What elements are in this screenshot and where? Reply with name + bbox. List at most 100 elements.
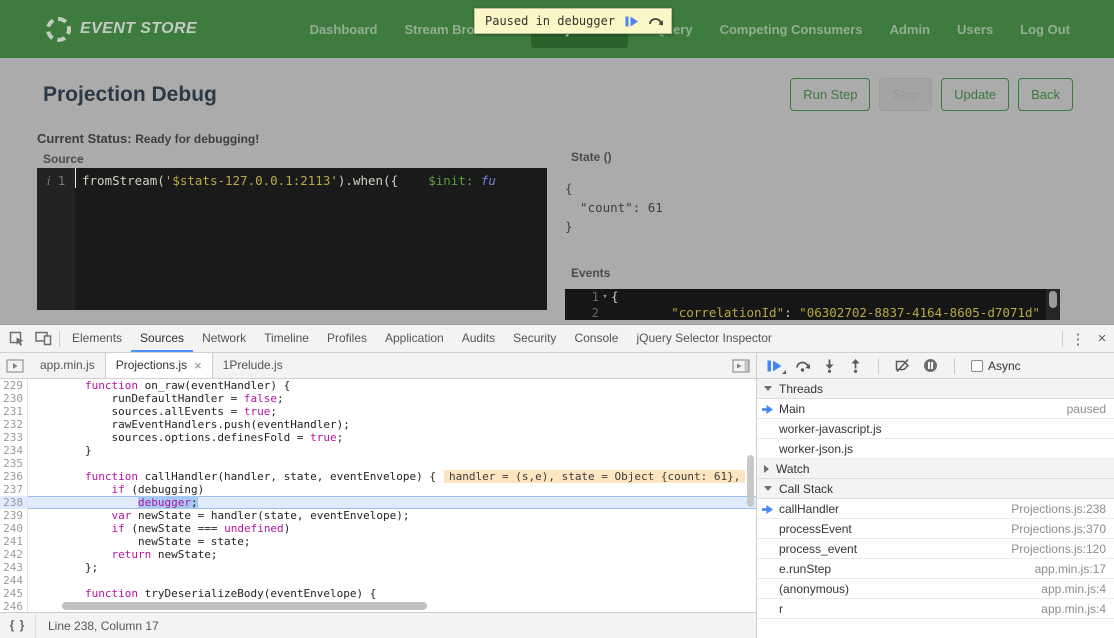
line-number[interactable]: 229 [0, 379, 28, 392]
line-number[interactable]: 232 [0, 418, 28, 431]
call-stack-frame-process-event[interactable]: process_eventProjections.js:120 [757, 539, 1114, 559]
inspect-element-icon[interactable] [4, 325, 30, 352]
current-status: Current Status: Ready for debugging! [37, 131, 259, 146]
update-button[interactable]: Update [941, 78, 1009, 111]
call-stack-section-header[interactable]: Call Stack [757, 479, 1114, 499]
file-tab-app-min-js[interactable]: app.min.js [30, 353, 105, 378]
line-number[interactable]: 230 [0, 392, 28, 405]
code-line-text: }; [28, 561, 756, 574]
async-toggle[interactable]: Async [971, 359, 1021, 373]
step-into-button[interactable] [823, 359, 836, 373]
close-file-tab-icon[interactable]: × [194, 353, 202, 378]
divider [1062, 331, 1063, 347]
thread-row-worker-json-js[interactable]: worker-json.js [757, 439, 1114, 459]
call-stack-frame-processevent[interactable]: processEventProjections.js:370 [757, 519, 1114, 539]
code-token: : [784, 305, 799, 320]
file-tab-projections-js[interactable]: Projections.js × [105, 353, 213, 378]
async-checkbox[interactable] [971, 360, 983, 372]
tab-profiles[interactable]: Profiles [318, 325, 376, 352]
code-line-text: function on_raw(eventHandler) { [28, 379, 756, 392]
frame-location: Projections.js:120 [1011, 542, 1114, 556]
tab-elements[interactable]: Elements [63, 325, 131, 352]
source-code-view[interactable]: 229 function on_raw(eventHandler) {230 r… [0, 379, 756, 612]
threads-section-header[interactable]: Threads [757, 379, 1114, 399]
frame-function: processEvent [779, 522, 852, 536]
tab-timeline[interactable]: Timeline [255, 325, 318, 352]
eventstore-page: EVENT STORE DashboardStream BrowserProje… [0, 0, 1114, 324]
devtools-close-icon[interactable]: × [1090, 330, 1114, 347]
run-step-button[interactable]: Run Step [790, 78, 870, 111]
stop-button[interactable]: Stop [879, 78, 932, 111]
resume-button[interactable] [767, 360, 782, 372]
events-scrollbar[interactable] [1046, 289, 1060, 320]
file-tab-1prelude-js[interactable]: 1Prelude.js [213, 353, 293, 378]
thread-row-worker-javascript-js[interactable]: worker-javascript.js [757, 419, 1114, 439]
line-number[interactable]: 239 [0, 509, 28, 522]
devtools-menu-icon[interactable]: ⋮ [1066, 330, 1090, 348]
navigator-toggle-icon[interactable] [0, 353, 30, 378]
line-number[interactable]: 235 [0, 457, 28, 470]
code-token: true [244, 405, 271, 418]
nav-item-dashboard[interactable]: Dashboard [310, 22, 378, 37]
pause-on-exceptions-button[interactable] [923, 358, 938, 373]
tab-audits[interactable]: Audits [453, 325, 504, 352]
call-stack-frame-anonymous[interactable]: (anonymous)app.min.js:4 [757, 579, 1114, 599]
thread-row-main[interactable]: Mainpaused [757, 399, 1114, 419]
nav-item-competing-consumers[interactable]: Competing Consumers [720, 22, 863, 37]
back-button[interactable]: Back [1018, 78, 1073, 111]
code-line-236: 236 function callHandler(handler, state,… [0, 470, 756, 483]
watch-section-header[interactable]: Watch [757, 459, 1114, 479]
code-token: return [111, 548, 151, 561]
call-stack-frame-callhandler[interactable]: callHandlerProjections.js:238 [757, 499, 1114, 519]
nav-item-admin[interactable]: Admin [890, 22, 930, 37]
section-title: Call Stack [779, 482, 833, 496]
tab-security[interactable]: Security [504, 325, 565, 352]
eventstore-logo[interactable]: EVENT STORE [46, 17, 197, 42]
line-number[interactable]: 245 [0, 587, 28, 600]
line-number[interactable]: 233 [0, 431, 28, 444]
resume-script-button[interactable] [625, 16, 638, 27]
line-number[interactable]: 246 [0, 600, 28, 612]
file-tab-label: Projections.js [116, 353, 187, 378]
call-stack-frame-e-runstep[interactable]: e.runStepapp.min.js:17 [757, 559, 1114, 579]
nav-item-users[interactable]: Users [957, 22, 993, 37]
deactivate-breakpoints-button[interactable] [895, 359, 910, 372]
pretty-print-icon[interactable]: { } [0, 613, 36, 638]
tab-console[interactable]: Console [565, 325, 627, 352]
call-stack-frame-clipped[interactable] [757, 619, 1114, 638]
line-number[interactable]: 242 [0, 548, 28, 561]
nav-item-log-out[interactable]: Log Out [1020, 22, 1070, 37]
step-over-button-banner[interactable] [648, 15, 663, 27]
line-number[interactable]: 243 [0, 561, 28, 574]
call-stack-frame-r[interactable]: rapp.min.js:4 [757, 599, 1114, 619]
line-number[interactable]: 231 [0, 405, 28, 418]
horizontal-scrollbar-thumb[interactable] [62, 602, 427, 610]
line-number[interactable]: 241 [0, 535, 28, 548]
frame-location: app.min.js:4 [1041, 602, 1114, 616]
events-code: 1▾{2 "correlationId": "06302702-8837-416… [565, 289, 1060, 320]
projection-source-editor[interactable]: i 1 fromStream('$stats-127.0.0.1:2113').… [37, 168, 547, 310]
tab-sources[interactable]: Sources [131, 325, 193, 352]
line-number[interactable]: 240 [0, 522, 28, 535]
line-number[interactable]: 244 [0, 574, 28, 587]
events-scrollbar-thumb[interactable] [1049, 291, 1057, 308]
line-number[interactable]: 238 [0, 496, 28, 509]
vertical-scrollbar-thumb[interactable] [747, 455, 754, 507]
events-editor[interactable]: 1▾{2 "correlationId": "06302702-8837-416… [565, 289, 1060, 320]
step-over-button[interactable] [795, 359, 810, 372]
code-line-244: 244 [0, 574, 756, 587]
line-number[interactable]: 237 [0, 483, 28, 496]
code-line-text: return newState; [28, 548, 756, 561]
step-out-button[interactable] [849, 359, 862, 373]
line-number[interactable]: 236 [0, 470, 28, 483]
section-title: Threads [779, 382, 823, 396]
tab-application[interactable]: Application [376, 325, 453, 352]
fold-arrow-icon[interactable]: ▾ [599, 289, 611, 305]
tab-network[interactable]: Network [193, 325, 255, 352]
debugger-panel-toggle-icon[interactable] [726, 353, 756, 378]
expand-icon [764, 465, 769, 473]
code-line-238: 238 debugger; [0, 496, 756, 509]
tab-jquery-selector-inspector[interactable]: jQuery Selector Inspector [627, 325, 780, 352]
device-toolbar-icon[interactable] [30, 325, 56, 352]
line-number[interactable]: 234 [0, 444, 28, 457]
